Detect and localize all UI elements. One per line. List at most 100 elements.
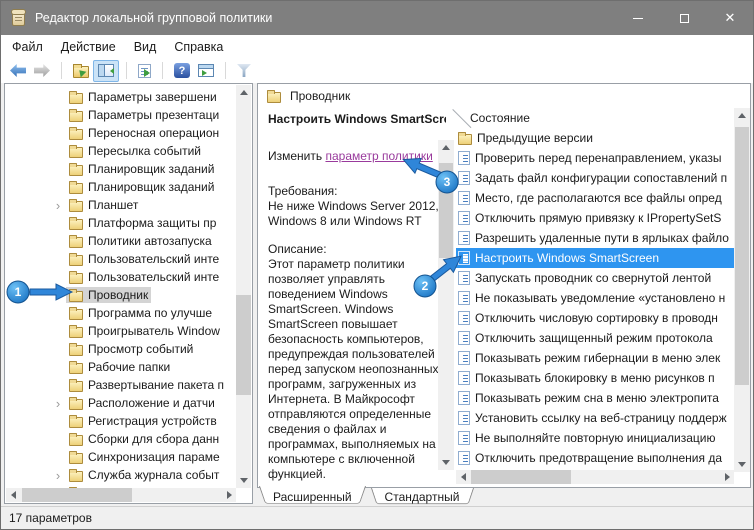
- scroll-down-button[interactable]: [236, 473, 251, 488]
- setting-row[interactable]: Отключить прямую привязку к IPropertySet…: [456, 208, 734, 228]
- scroll-up-button[interactable]: [734, 108, 750, 123]
- tree-item[interactable]: › Планировщик заданий: [6, 160, 236, 178]
- toolbar-button[interactable]: [6, 59, 30, 83]
- setting-row[interactable]: Показывать режим гибернации в меню элек: [456, 348, 734, 368]
- sep-icon: [126, 62, 127, 79]
- setting-row[interactable]: Задать файл конфигурации сопоставлений п: [456, 168, 734, 188]
- toolbar-button[interactable]: [93, 60, 119, 82]
- setting-row[interactable]: Установить ссылку на веб-страницу поддер…: [456, 408, 734, 428]
- edit-policy-link[interactable]: параметр политики: [325, 149, 432, 163]
- toolbar-button[interactable]: [119, 59, 134, 83]
- toolbar-button[interactable]: [69, 59, 93, 83]
- tree-item[interactable]: › Пользовательский инте: [6, 268, 236, 286]
- setting-row[interactable]: Не выполняйте повторную инициализацию: [456, 428, 734, 448]
- tree-item[interactable]: › Проигрыватель Window: [6, 322, 236, 340]
- tree-item[interactable]: › Синхронизация параме: [6, 448, 236, 466]
- scroll-left-button[interactable]: [6, 488, 20, 502]
- list-vertical-scrollbar[interactable]: [734, 108, 750, 472]
- scroll-thumb[interactable]: [471, 470, 571, 484]
- titlebar: Редактор локальной групповой политики ✕: [1, 1, 753, 35]
- tree-item[interactable]: › Программа по улучше: [6, 304, 236, 322]
- scroll-thumb[interactable]: [735, 127, 749, 385]
- tree-item[interactable]: › Планировщик заданий: [6, 178, 236, 196]
- policy-icon: [458, 171, 470, 185]
- toolbar-button[interactable]: [30, 59, 54, 83]
- maximize-button[interactable]: [661, 1, 707, 35]
- scroll-left-button[interactable]: [456, 470, 470, 484]
- tree-item[interactable]: › Проводник: [6, 286, 236, 304]
- setting-row[interactable]: Отключить предотвращение выполнения да: [456, 448, 734, 468]
- close-button[interactable]: ✕: [707, 1, 753, 35]
- list-horizontal-scrollbar[interactable]: [456, 470, 734, 484]
- chevron-right-icon[interactable]: ›: [50, 396, 66, 411]
- chevron-right-icon[interactable]: ›: [50, 468, 66, 483]
- folder-icon: [69, 93, 83, 104]
- tree-item[interactable]: › Пересылка событий: [6, 142, 236, 160]
- setting-row[interactable]: Предыдущие версии: [456, 128, 734, 148]
- scroll-down-button[interactable]: [734, 457, 750, 472]
- setting-row[interactable]: Показывать блокировку в меню рисунков п: [456, 368, 734, 388]
- settings-rows: Предыдущие версии Проверить перед перена…: [456, 128, 734, 470]
- setting-row[interactable]: Отключить защищенный режим протокола: [456, 328, 734, 348]
- menu-item[interactable]: Справка: [165, 37, 232, 57]
- scroll-up-button[interactable]: [236, 85, 251, 100]
- toolbar-button[interactable]: [194, 59, 218, 83]
- folder-icon: [458, 134, 472, 145]
- setting-row[interactable]: Отключить числовую сортировку в проводн: [456, 308, 734, 328]
- menu-item[interactable]: Файл: [3, 37, 52, 57]
- details-panel: Проводник Настроить Windows SmartScreen …: [257, 83, 751, 488]
- column-header-state[interactable]: Состояние: [456, 108, 734, 128]
- tree-item[interactable]: › Политики автозапуска: [6, 232, 236, 250]
- tree-horizontal-scrollbar[interactable]: [6, 488, 236, 502]
- setting-row[interactable]: Не показывать уведомление «установлено н: [456, 288, 734, 308]
- toolbar-button[interactable]: [134, 59, 155, 83]
- tree-item[interactable]: › Планшет: [6, 196, 236, 214]
- minimize-button[interactable]: [615, 1, 661, 35]
- tree-item[interactable]: › Сборки для сбора данн: [6, 430, 236, 448]
- scroll-down-button[interactable]: [438, 455, 454, 470]
- toolbar-button[interactable]: [218, 59, 233, 83]
- toolbar-button[interactable]: [170, 59, 194, 83]
- setting-row[interactable]: Разрешить удаленные пути в ярлыках файло: [456, 228, 734, 248]
- menu-item[interactable]: Действие: [52, 37, 125, 57]
- menu-item[interactable]: Вид: [125, 37, 166, 57]
- tree-item[interactable]: › Пользовательский инте: [6, 250, 236, 268]
- tree-item[interactable]: › Параметры завершени: [6, 88, 236, 106]
- show-console-tree-icon: [98, 64, 114, 77]
- setting-row[interactable]: Запускать проводник со свернутой лентой: [456, 268, 734, 288]
- setting-row[interactable]: Место, где располагаются все файлы опред: [456, 188, 734, 208]
- scroll-right-button[interactable]: [222, 488, 236, 502]
- tree-item[interactable]: › Рабочие папки: [6, 358, 236, 376]
- tree-item[interactable]: › Переносная операцион: [6, 124, 236, 142]
- filter-icon: [237, 64, 251, 77]
- folder-icon: [69, 327, 83, 338]
- toolbar-button[interactable]: [155, 59, 170, 83]
- description-scrollbar[interactable]: [438, 140, 454, 470]
- tree-item[interactable]: › Параметры презентаци: [6, 106, 236, 124]
- tree-item[interactable]: › Просмотр событий: [6, 340, 236, 358]
- setting-row[interactable]: Настроить Windows SmartScreen: [456, 248, 734, 268]
- tree-item[interactable]: › Платформа защиты пр: [6, 214, 236, 232]
- policy-icon: [458, 411, 470, 425]
- scroll-right-button[interactable]: [720, 470, 734, 484]
- scroll-up-button[interactable]: [438, 140, 454, 155]
- chevron-right-icon[interactable]: ›: [50, 198, 66, 213]
- scroll-thumb[interactable]: [236, 295, 251, 395]
- tree-item[interactable]: › Расположение и датчи: [6, 394, 236, 412]
- setting-row[interactable]: Показывать режим сна в меню электропита: [456, 388, 734, 408]
- toolbar-button[interactable]: [54, 59, 69, 83]
- view-tab[interactable]: Расширенный: [259, 488, 366, 507]
- setting-row[interactable]: Проверить перед перенаправлением, указы: [456, 148, 734, 168]
- policy-icon: [458, 371, 470, 385]
- folder-icon: [69, 435, 83, 446]
- chevron-right-icon[interactable]: ›: [50, 288, 66, 303]
- toolbar-button[interactable]: [233, 59, 255, 83]
- tree-item[interactable]: › Регистрация устройств: [6, 412, 236, 430]
- tree-vertical-scrollbar[interactable]: [236, 85, 251, 488]
- policy-icon: [458, 331, 470, 345]
- scroll-thumb[interactable]: [439, 163, 453, 258]
- tree-item[interactable]: › Развертывание пакета п: [6, 376, 236, 394]
- view-tab[interactable]: Стандартный: [371, 488, 474, 507]
- scroll-thumb[interactable]: [22, 488, 132, 502]
- tree-item[interactable]: › Служба журнала событ: [6, 466, 236, 484]
